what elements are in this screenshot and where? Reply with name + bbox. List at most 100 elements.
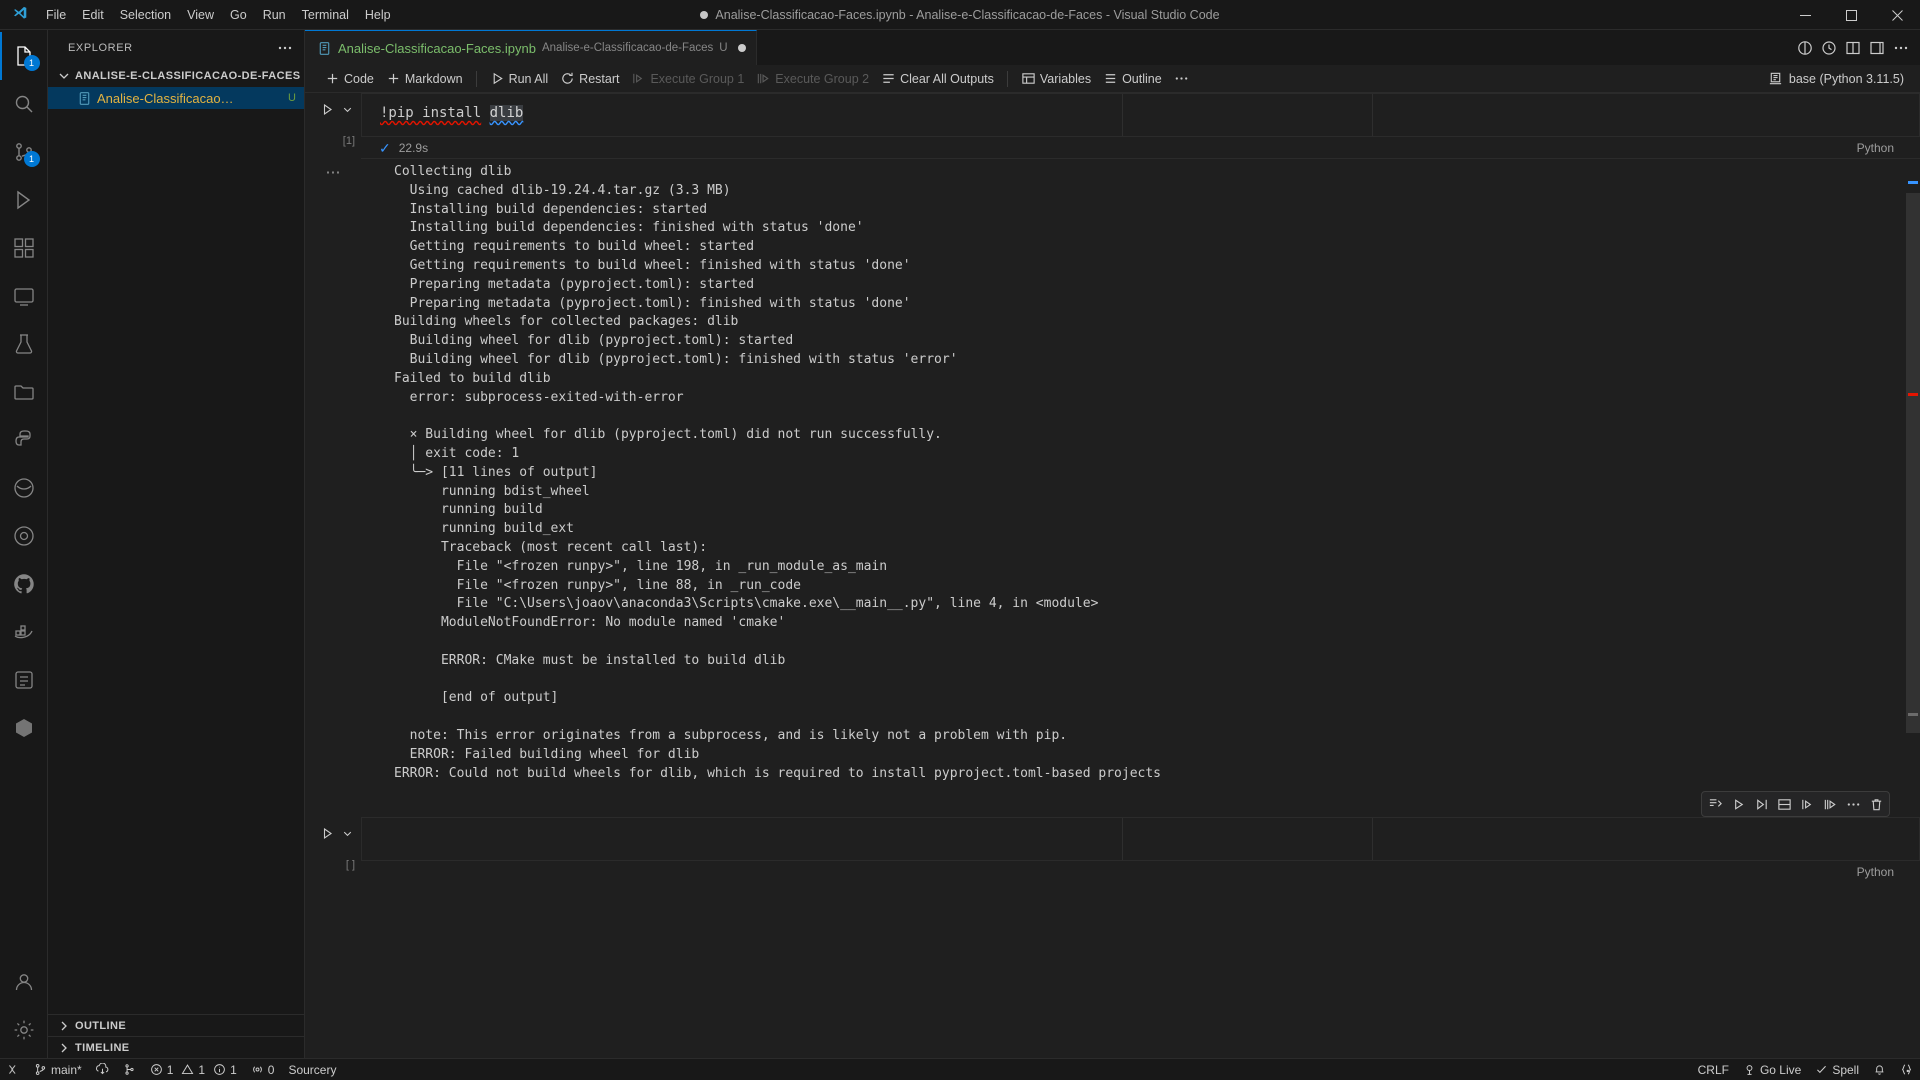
- execute-above-icon[interactable]: [1704, 794, 1726, 814]
- status-sync[interactable]: [89, 1059, 116, 1080]
- output-line: │ exit code: 1: [394, 445, 520, 461]
- status-problems[interactable]: 1 1 1: [143, 1059, 244, 1080]
- cell-more-icon[interactable]: [1842, 794, 1864, 814]
- status-bar-left: main* 1 1 1 0 Sourcery: [0, 1059, 343, 1080]
- activity-testing[interactable]: [0, 320, 48, 368]
- status-remote-window[interactable]: [0, 1059, 27, 1080]
- activity-explorer[interactable]: 1: [0, 32, 48, 80]
- tree-item-notebook[interactable]: Analise-Classificacao… U: [48, 87, 304, 109]
- file-tree: ANALISE-E-CLASSIFICACAO-DE-FACES Analise…: [48, 65, 304, 109]
- editor-more-icon[interactable]: [1890, 37, 1912, 59]
- status-eol[interactable]: CRLF: [1691, 1059, 1736, 1080]
- maximize-button[interactable]: [1828, 0, 1874, 30]
- execute-group-1-button[interactable]: Execute Group 1: [625, 69, 750, 89]
- activity-search[interactable]: [0, 80, 48, 128]
- sidebar-panel-outline[interactable]: OUTLINE: [48, 1014, 304, 1036]
- close-button[interactable]: [1874, 0, 1920, 30]
- status-go-live[interactable]: Go Live: [1736, 1059, 1808, 1080]
- activity-source-control[interactable]: 1: [0, 128, 48, 176]
- customize-layout-icon[interactable]: [1794, 37, 1816, 59]
- menu-edit[interactable]: Edit: [74, 4, 112, 26]
- cell-run-button[interactable]: [317, 99, 337, 119]
- split-notebook-icon[interactable]: [1842, 37, 1864, 59]
- vscode-window: File Edit Selection View Go Run Terminal…: [0, 0, 1920, 1080]
- status-git-graph[interactable]: [116, 1059, 143, 1080]
- notebook-scroll-area[interactable]: [1] !pip install dlib ✓ 22.9s Python ⋯ C…: [305, 93, 1920, 1058]
- run-all-button[interactable]: Run All: [484, 69, 555, 89]
- activity-run-and-debug[interactable]: [0, 176, 48, 224]
- status-warnings-count: 1: [198, 1062, 206, 1077]
- status-notifications[interactable]: [1866, 1059, 1893, 1080]
- menu-terminal[interactable]: Terminal: [294, 4, 357, 26]
- cell-run-options-icon-2[interactable]: [337, 823, 357, 843]
- activity-accounts[interactable]: [0, 958, 48, 1006]
- menu-file[interactable]: File: [38, 4, 74, 26]
- add-markdown-cell-button[interactable]: Markdown: [380, 69, 469, 89]
- tree-root-folder[interactable]: ANALISE-E-CLASSIFICACAO-DE-FACES: [48, 65, 304, 87]
- cell-code-area[interactable]: !pip install dlib: [362, 94, 1919, 136]
- sidebar-actions[interactable]: [274, 37, 296, 59]
- cell-code-editor-2[interactable]: [361, 817, 1920, 862]
- toggle-panel-icon[interactable]: [1866, 37, 1888, 59]
- menu-view[interactable]: View: [179, 4, 222, 26]
- tab-notebook[interactable]: Analise-Classificacao-Faces.ipynb Analis…: [305, 30, 757, 65]
- variables-button[interactable]: Variables: [1015, 69, 1097, 89]
- menu-selection[interactable]: Selection: [112, 4, 179, 26]
- status-spell[interactable]: Spell: [1808, 1059, 1866, 1080]
- execute-cell-icon[interactable]: [1727, 794, 1749, 814]
- timeline-history-icon[interactable]: [1818, 37, 1840, 59]
- cell-main: !pip install dlib ✓ 22.9s Python: [361, 93, 1920, 159]
- activity-sourcery[interactable]: [0, 512, 48, 560]
- activity-docker[interactable]: [0, 608, 48, 656]
- code-line-1: !pip install dlib: [380, 104, 1919, 123]
- cell-run-options-icon[interactable]: [337, 99, 357, 119]
- restart-kernel-button[interactable]: Restart: [554, 69, 625, 89]
- kernel-selector[interactable]: base (Python 3.11.5): [1760, 69, 1912, 88]
- split-cell-icon[interactable]: [1773, 794, 1795, 814]
- move-cell-down-icon[interactable]: [1819, 794, 1841, 814]
- cell-run-button-2[interactable]: [317, 823, 337, 843]
- status-branch[interactable]: main*: [27, 1059, 89, 1080]
- activity-python-environments[interactable]: [0, 416, 48, 464]
- activity-remote-explorer[interactable]: [0, 272, 48, 320]
- output-more-icon[interactable]: ⋯: [326, 165, 341, 791]
- activity-project-manager[interactable]: [0, 368, 48, 416]
- clear-all-outputs-button[interactable]: Clear All Outputs: [875, 69, 1000, 89]
- notebook-scrollbar[interactable]: [1906, 93, 1920, 1058]
- activity-extensions[interactable]: [0, 224, 48, 272]
- activity-jupyter[interactable]: [0, 464, 48, 512]
- status-braces[interactable]: [1893, 1059, 1920, 1080]
- delete-cell-icon[interactable]: [1865, 794, 1887, 814]
- move-cell-up-icon[interactable]: [1796, 794, 1818, 814]
- cell-code-area-2[interactable]: [362, 818, 1919, 860]
- menu-help[interactable]: Help: [357, 4, 399, 26]
- cell-output-body[interactable]: Collecting dlib Using cached dlib-19.24.…: [361, 159, 1920, 791]
- cell-run-group[interactable]: [317, 99, 357, 119]
- execute-below-icon[interactable]: [1750, 794, 1772, 814]
- sidebar-more-icon[interactable]: [274, 37, 296, 59]
- activity-todo-tree[interactable]: [0, 656, 48, 704]
- cell-code-editor[interactable]: !pip install dlib: [361, 93, 1920, 137]
- notebook-file-icon: [76, 90, 92, 106]
- activity-github[interactable]: [0, 560, 48, 608]
- outline-button[interactable]: Outline: [1097, 69, 1168, 89]
- activity-database[interactable]: [0, 704, 48, 752]
- status-sourcery[interactable]: Sourcery: [281, 1059, 343, 1080]
- menu-bar[interactable]: File Edit Selection View Go Run Terminal…: [38, 4, 399, 26]
- add-code-cell-button[interactable]: Code: [319, 69, 380, 89]
- minimize-button[interactable]: [1782, 0, 1828, 30]
- menu-go[interactable]: Go: [222, 4, 255, 26]
- notebook-more-button[interactable]: [1168, 69, 1195, 88]
- activity-settings[interactable]: [0, 1006, 48, 1054]
- output-line: ERROR: CMake must be installed to build …: [394, 652, 786, 668]
- editor-actions[interactable]: [1794, 30, 1920, 65]
- menu-run[interactable]: Run: [255, 4, 294, 26]
- tab-dirty-icon[interactable]: [737, 44, 746, 52]
- sidebar-panel-timeline[interactable]: TIMELINE: [48, 1036, 304, 1058]
- window-controls[interactable]: [1782, 0, 1920, 30]
- scrollbar-thumb[interactable]: [1906, 193, 1920, 733]
- cell-run-group-2[interactable]: [317, 823, 357, 843]
- execute-group-2-button[interactable]: Execute Group 2: [750, 69, 875, 89]
- cell-floating-toolbar[interactable]: [1701, 791, 1890, 818]
- status-ports[interactable]: 0: [244, 1059, 282, 1080]
